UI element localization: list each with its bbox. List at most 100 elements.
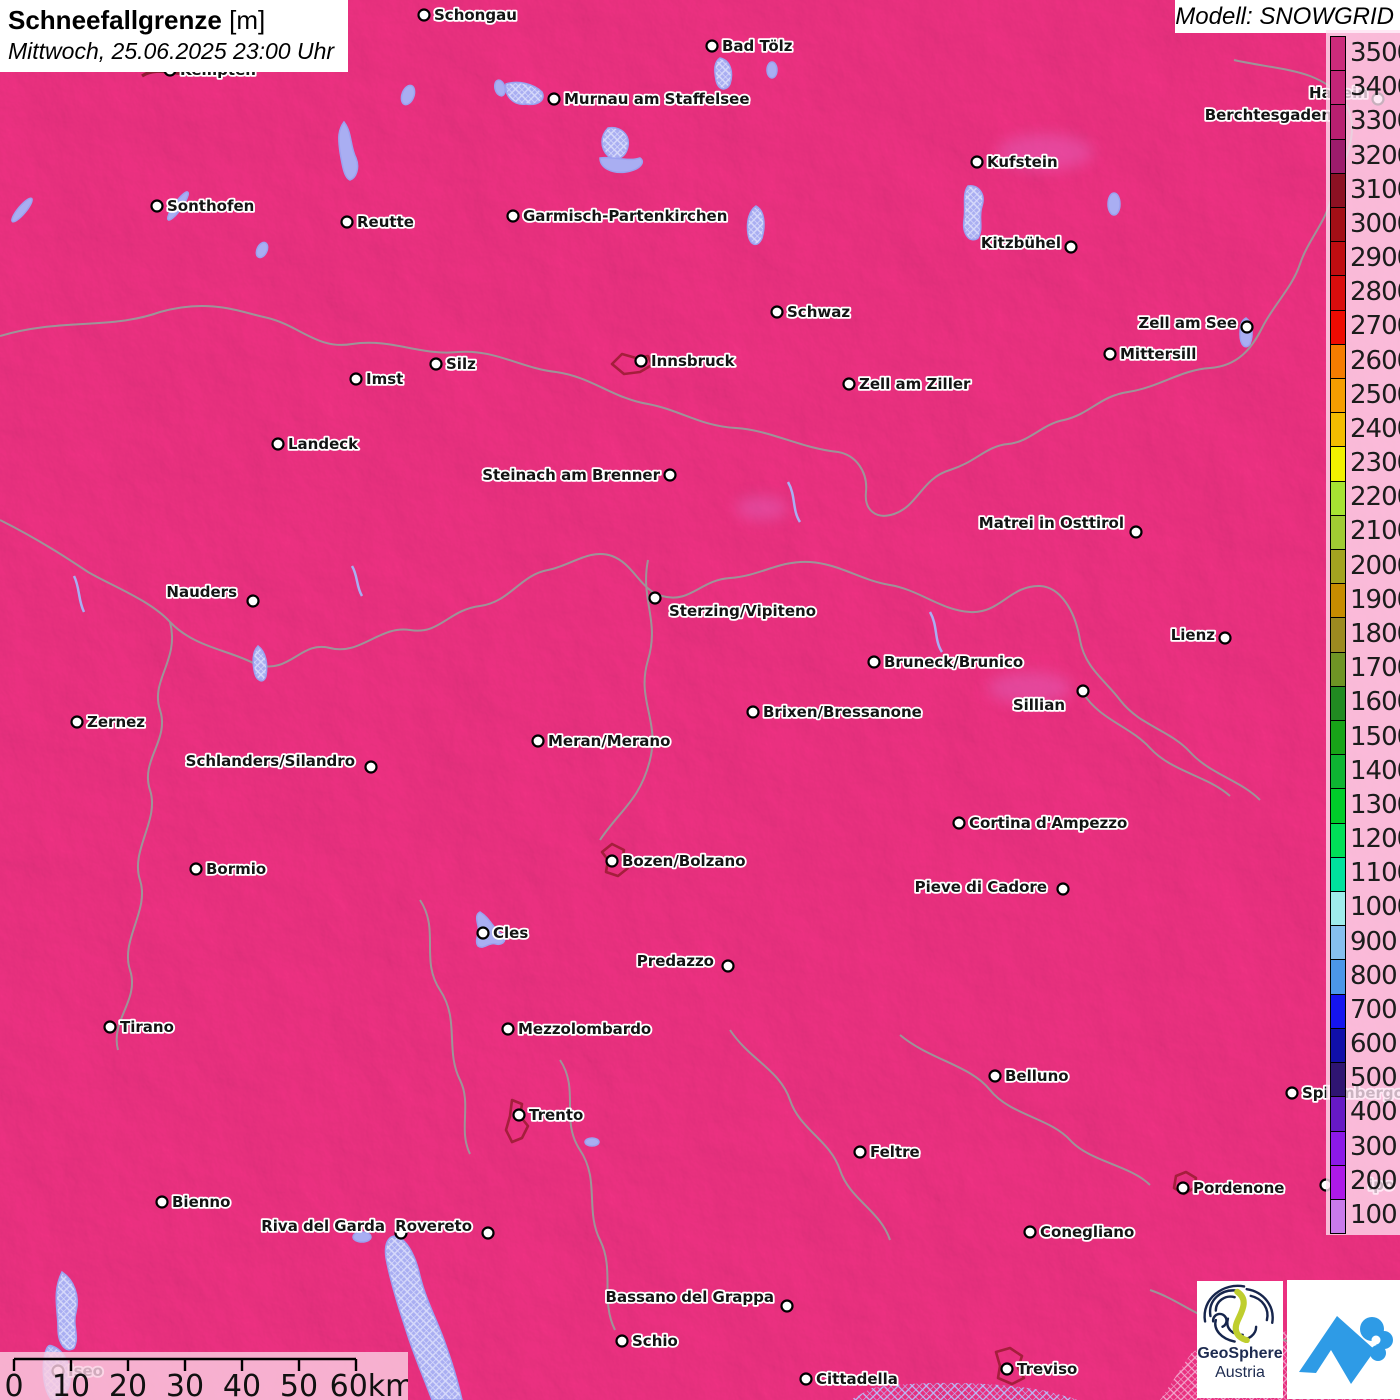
city-label: Mezzolombardo	[518, 1020, 651, 1038]
legend-value: 1900	[1350, 584, 1400, 615]
scalebar-label: 40	[223, 1369, 261, 1400]
legend-value: 600	[1350, 1029, 1398, 1060]
legend-swatch-1300	[1331, 789, 1345, 824]
legend-value: 3100	[1350, 174, 1400, 205]
city-dot	[512, 1108, 526, 1122]
legend-swatch-400	[1331, 1097, 1345, 1132]
city-dot	[648, 591, 662, 605]
city-label: Zell am Ziller	[859, 375, 971, 393]
legend-swatch-300	[1331, 1131, 1345, 1166]
city-dot	[770, 305, 784, 319]
scalebar-label: 0	[4, 1369, 23, 1400]
city-label: Steinach am Brenner	[482, 466, 660, 484]
city-label: Brixen/Bressanone	[763, 703, 922, 721]
city-dot	[705, 39, 719, 53]
legend-swatch-600	[1331, 1028, 1345, 1064]
legend-value: 2400	[1350, 413, 1400, 444]
city-label: Reutte	[357, 213, 414, 231]
city-label: Nauders	[166, 583, 237, 601]
city-label: Treviso	[1017, 1360, 1077, 1378]
title-box: Schneefallgrenze [m] Mittwoch, 25.06.202…	[0, 0, 348, 72]
legend-value: 3300	[1350, 106, 1400, 137]
city-label: Mittersill	[1120, 345, 1196, 363]
city-label: Kufstein	[987, 153, 1058, 171]
city-label: Bienno	[172, 1193, 230, 1211]
legend-value: 2800	[1350, 277, 1400, 308]
city-dot	[189, 862, 203, 876]
city-dot	[476, 926, 490, 940]
city-label: Belluno	[1005, 1067, 1069, 1085]
city-label: Pordenone	[1193, 1179, 1284, 1197]
scalebar-label: 30	[166, 1369, 204, 1400]
city-label: Trento	[529, 1106, 583, 1124]
city-label: Cortina d'Ampezzo	[969, 814, 1127, 832]
city-dot	[1176, 1181, 1190, 1195]
city-dot	[1064, 240, 1078, 254]
map-scalebar: 0 10 20 30 40 50 60km	[0, 1352, 414, 1400]
legend-value: 2600	[1350, 345, 1400, 376]
city-dot	[547, 92, 561, 106]
legend-swatch-1500	[1331, 721, 1345, 756]
city-label: Zernez	[87, 713, 145, 731]
legend-swatch-3000	[1331, 208, 1345, 243]
geosphere-contour-icon	[1203, 1284, 1274, 1344]
scalebar-labels: 0 10 20 30 40 50 60km	[4, 1369, 414, 1400]
geosphere-logo: GeoSphere Austria	[1197, 1281, 1283, 1398]
scalebar-label: 50	[280, 1369, 318, 1400]
city-label: Bassano del Grappa	[606, 1288, 774, 1306]
city-label: Landeck	[288, 435, 359, 453]
city-dot	[150, 199, 164, 213]
legend-value: 700	[1350, 994, 1398, 1025]
legend-value: 200	[1350, 1165, 1398, 1196]
city-dot	[867, 655, 881, 669]
legend-value: 3500	[1350, 38, 1400, 69]
city-label: Imst	[366, 370, 403, 388]
city-dot	[429, 357, 443, 371]
city-dot	[271, 437, 285, 451]
city-dot	[605, 854, 619, 868]
city-dot	[988, 1069, 1002, 1083]
legend-swatch-2000	[1331, 550, 1345, 585]
city-label: Meran/Merano	[548, 732, 670, 750]
city-dot	[615, 1334, 629, 1348]
legend-value: 2300	[1350, 448, 1400, 479]
legend-value: 800	[1350, 960, 1398, 991]
snowfall-limit-map: SchongauBad TölzKemptenMurnau am Staffel…	[0, 0, 1400, 1400]
city-dot	[799, 1372, 813, 1386]
legend-value: 3400	[1350, 72, 1400, 103]
unit-label: [m]	[229, 5, 266, 35]
city-label: Bruneck/Brunico	[884, 653, 1023, 671]
geosphere-logo-country: Austria	[1215, 1364, 1265, 1381]
city-label: Murnau am Staffelsee	[564, 90, 750, 108]
city-label: Lienz	[1171, 626, 1216, 644]
legend-swatch-800	[1331, 960, 1345, 995]
legend-swatch-3200	[1331, 139, 1345, 174]
legend-swatch-1600	[1331, 686, 1345, 722]
legend-value: 2500	[1350, 379, 1400, 410]
legend-value: 2900	[1350, 243, 1400, 274]
legend-swatch-1700	[1331, 652, 1345, 687]
city-label: Berchtesgaden	[1205, 106, 1332, 124]
city-dot	[1023, 1225, 1037, 1239]
city-dot	[501, 1022, 515, 1036]
city-label: Schwaz	[787, 303, 850, 321]
legend-value: 400	[1350, 1097, 1398, 1128]
legend-value: 100	[1350, 1199, 1398, 1230]
legend-value: 900	[1350, 926, 1398, 957]
legend-value: 2000	[1350, 550, 1400, 581]
city-label: Cittadella	[816, 1370, 898, 1388]
city-label: Sillian	[1013, 696, 1065, 714]
legend-swatch-200	[1331, 1165, 1345, 1200]
legend-value: 2700	[1350, 311, 1400, 342]
legend-swatch-1900	[1331, 584, 1345, 619]
city-label: Predazzo	[637, 952, 714, 970]
blue-mountain-icon	[1299, 1316, 1393, 1384]
legend-swatch-2300	[1331, 447, 1345, 482]
model-label: Modell: SNOWGRID	[1175, 0, 1400, 33]
legend-value: 1000	[1350, 892, 1400, 923]
city-label: Kitzbühel	[981, 234, 1061, 252]
legend-value: 1300	[1350, 789, 1400, 820]
city-label: Bad Tölz	[722, 37, 793, 55]
city-dot	[103, 1020, 117, 1034]
city-label: Bozen/Bolzano	[622, 852, 746, 870]
